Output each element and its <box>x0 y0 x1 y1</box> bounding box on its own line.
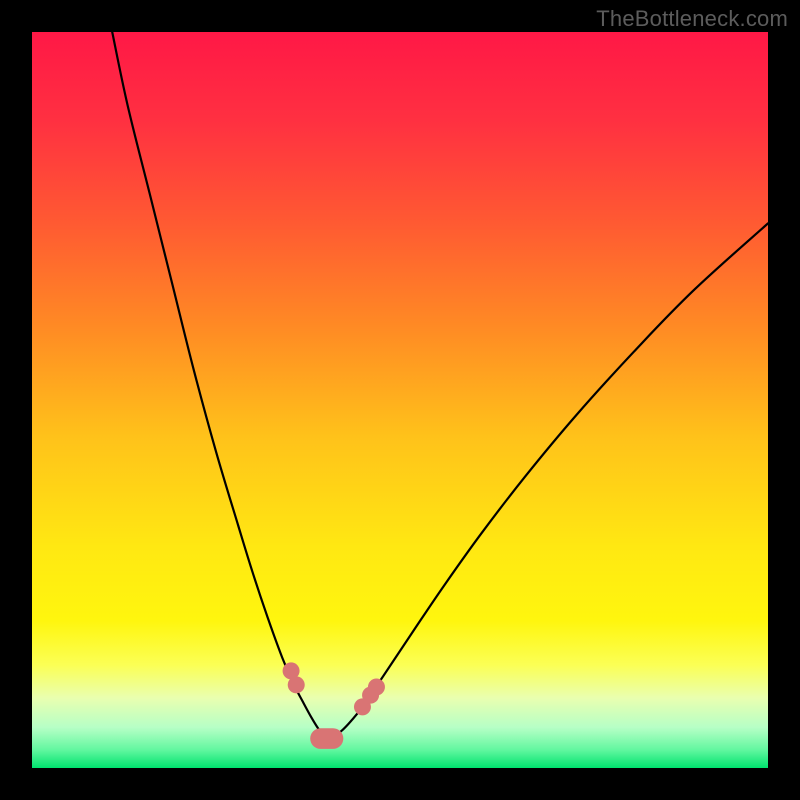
watermark-text: TheBottleneck.com <box>596 6 788 32</box>
plot-area <box>32 32 768 768</box>
plot-svg <box>32 32 768 768</box>
highlight-dot <box>288 676 305 693</box>
highlight-dot <box>368 679 385 696</box>
gradient-background <box>32 32 768 768</box>
chart-frame: TheBottleneck.com <box>0 0 800 800</box>
trough-marker <box>310 728 343 749</box>
